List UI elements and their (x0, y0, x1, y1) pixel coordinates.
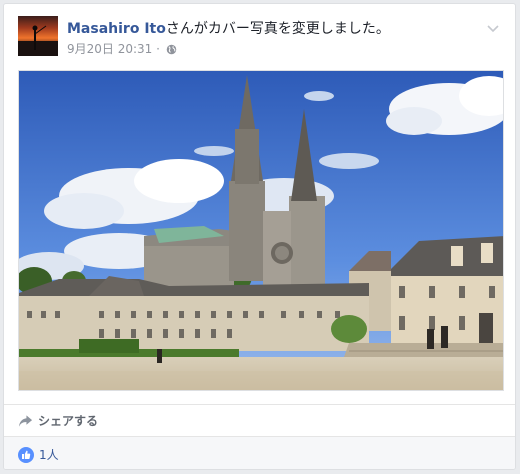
reactions-bar: 1人 (4, 436, 515, 469)
author-avatar[interactable] (18, 16, 58, 56)
share-arrow-icon (18, 415, 33, 427)
post-header: Masahiro Itoさんがカバー写真を変更しました。 9月20日 20:31… (18, 16, 501, 60)
post-timestamp[interactable]: 9月20日 20:31 (67, 42, 152, 56)
thumbs-up-icon[interactable] (18, 447, 34, 463)
meta-separator: · (156, 42, 160, 56)
like-count[interactable]: 1人 (39, 446, 59, 464)
globe-icon[interactable] (166, 43, 177, 59)
post-action-text: さんがカバー写真を変更しました。 (165, 21, 390, 37)
cathedral-photo-image (19, 71, 503, 390)
post-title: Masahiro Itoさんがカバー写真を変更しました。 (67, 20, 390, 38)
post-meta: 9月20日 20:31 · (67, 41, 177, 59)
chevron-down-icon[interactable] (485, 20, 501, 36)
feed-post-card: Masahiro Itoさんがカバー写真を変更しました。 9月20日 20:31… (3, 3, 516, 470)
post-actions-bar: シェアする (4, 404, 515, 436)
share-label: シェアする (38, 414, 99, 428)
author-name-link[interactable]: Masahiro Ito (67, 21, 166, 37)
cover-photo[interactable] (18, 70, 504, 391)
